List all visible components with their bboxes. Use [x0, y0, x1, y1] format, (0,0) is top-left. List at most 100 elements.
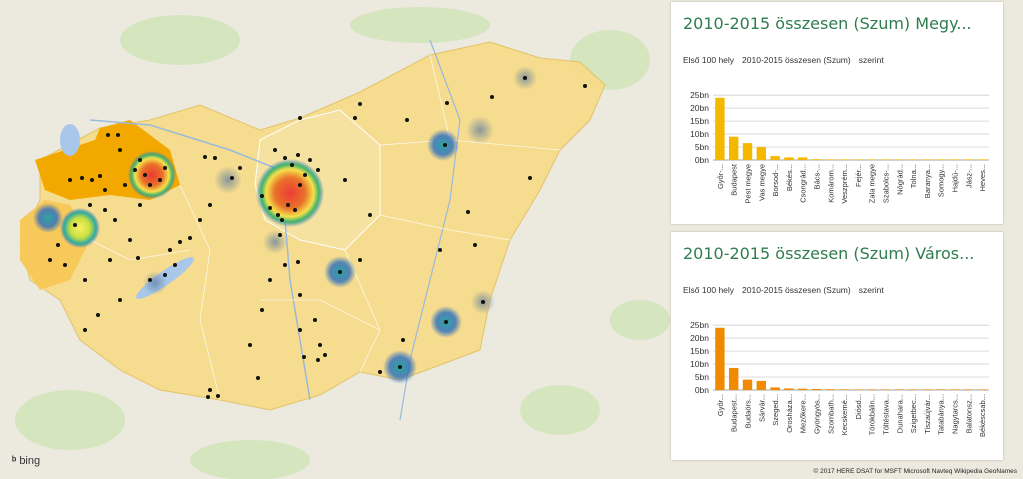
location-point[interactable] — [138, 158, 142, 162]
bar[interactable] — [811, 159, 822, 160]
location-point[interactable] — [401, 338, 405, 342]
bar[interactable] — [908, 159, 918, 160]
bar[interactable] — [977, 389, 987, 390]
location-point[interactable] — [280, 218, 284, 222]
bar[interactable] — [729, 367, 739, 390]
bar[interactable] — [770, 387, 780, 390]
location-point[interactable] — [73, 223, 77, 227]
location-point[interactable] — [106, 133, 110, 137]
location-point[interactable] — [368, 213, 372, 217]
location-point[interactable] — [481, 300, 485, 304]
location-point[interactable] — [323, 353, 327, 357]
location-point[interactable] — [286, 203, 290, 207]
bar[interactable] — [949, 389, 960, 390]
location-point[interactable] — [438, 248, 442, 252]
location-point[interactable] — [313, 318, 317, 322]
bar[interactable] — [715, 97, 725, 160]
location-point[interactable] — [113, 218, 117, 222]
location-point[interactable] — [466, 210, 470, 214]
bar[interactable] — [936, 159, 946, 160]
location-point[interactable] — [68, 178, 72, 182]
location-point[interactable] — [256, 376, 260, 380]
location-point[interactable] — [178, 240, 182, 244]
location-point[interactable] — [83, 328, 87, 332]
location-point[interactable] — [398, 365, 402, 369]
bar[interactable] — [936, 389, 946, 390]
location-point[interactable] — [118, 148, 122, 152]
location-point[interactable] — [523, 76, 527, 80]
location-point[interactable] — [278, 233, 282, 237]
location-point[interactable] — [138, 203, 142, 207]
location-point[interactable] — [296, 153, 300, 157]
location-point[interactable] — [276, 213, 280, 217]
location-point[interactable] — [298, 293, 302, 297]
location-point[interactable] — [260, 194, 264, 198]
location-point[interactable] — [56, 243, 60, 247]
bar[interactable] — [825, 159, 835, 160]
location-point[interactable] — [473, 243, 477, 247]
bar[interactable] — [839, 389, 849, 390]
location-point[interactable] — [316, 358, 320, 362]
location-point[interactable] — [80, 176, 84, 180]
location-point[interactable] — [198, 218, 202, 222]
location-point[interactable] — [378, 370, 382, 374]
bar[interactable] — [867, 389, 877, 390]
location-point[interactable] — [203, 155, 207, 159]
bar-chart-counties[interactable]: 0bn 5bn 10bn 15bn 20bn 25bn Győr-... Budapest Pe… — [671, 2, 1003, 224]
bar[interactable] — [715, 327, 725, 390]
bar[interactable] — [894, 389, 904, 390]
location-point[interactable] — [405, 118, 409, 122]
location-point[interactable] — [298, 328, 302, 332]
location-point[interactable] — [206, 395, 210, 399]
bar[interactable] — [742, 143, 753, 160]
location-point[interactable] — [123, 183, 127, 187]
bar-chart-cities[interactable]: 0bn 5bn 10bn 15bn 20bn 25bn Győr... Budapest...… — [671, 232, 1003, 460]
location-point[interactable] — [343, 178, 347, 182]
location-point[interactable] — [116, 133, 120, 137]
bar[interactable] — [798, 388, 808, 390]
location-point[interactable] — [143, 173, 147, 177]
location-point[interactable] — [445, 101, 449, 105]
location-point[interactable] — [208, 203, 212, 207]
location-point[interactable] — [188, 236, 192, 240]
location-point[interactable] — [443, 143, 447, 147]
location-point[interactable] — [108, 258, 112, 262]
bar[interactable] — [756, 147, 766, 160]
location-point[interactable] — [248, 343, 252, 347]
bar[interactable] — [839, 159, 849, 160]
location-point[interactable] — [103, 208, 107, 212]
bar[interactable] — [977, 159, 987, 160]
location-point[interactable] — [48, 258, 52, 262]
location-point[interactable] — [148, 278, 152, 282]
bar[interactable] — [963, 389, 973, 390]
bar[interactable] — [922, 389, 932, 390]
location-point[interactable] — [358, 258, 362, 262]
bar[interactable] — [756, 380, 766, 390]
location-point[interactable] — [528, 176, 532, 180]
location-point[interactable] — [208, 388, 212, 392]
location-point[interactable] — [302, 355, 306, 359]
location-point[interactable] — [490, 95, 494, 99]
chart-panel-counties[interactable]: 2010-2015 összesen (Szum) Megy... Első 1… — [671, 2, 1003, 224]
bar[interactable] — [908, 389, 918, 390]
location-point[interactable] — [318, 343, 322, 347]
bar[interactable] — [949, 159, 960, 160]
location-point[interactable] — [290, 163, 294, 167]
location-point[interactable] — [168, 248, 172, 252]
location-point[interactable] — [158, 178, 162, 182]
location-point[interactable] — [136, 256, 140, 260]
location-point[interactable] — [238, 166, 242, 170]
location-point[interactable] — [63, 263, 67, 267]
location-point[interactable] — [353, 116, 357, 120]
bar[interactable] — [867, 159, 877, 160]
bar[interactable] — [825, 389, 835, 390]
bar[interactable] — [811, 388, 822, 390]
location-point[interactable] — [163, 273, 167, 277]
location-point[interactable] — [338, 270, 342, 274]
location-point[interactable] — [268, 278, 272, 282]
bar[interactable] — [784, 157, 794, 160]
bar[interactable] — [963, 159, 973, 160]
location-point[interactable] — [260, 308, 264, 312]
location-point[interactable] — [118, 298, 122, 302]
location-point[interactable] — [444, 320, 448, 324]
